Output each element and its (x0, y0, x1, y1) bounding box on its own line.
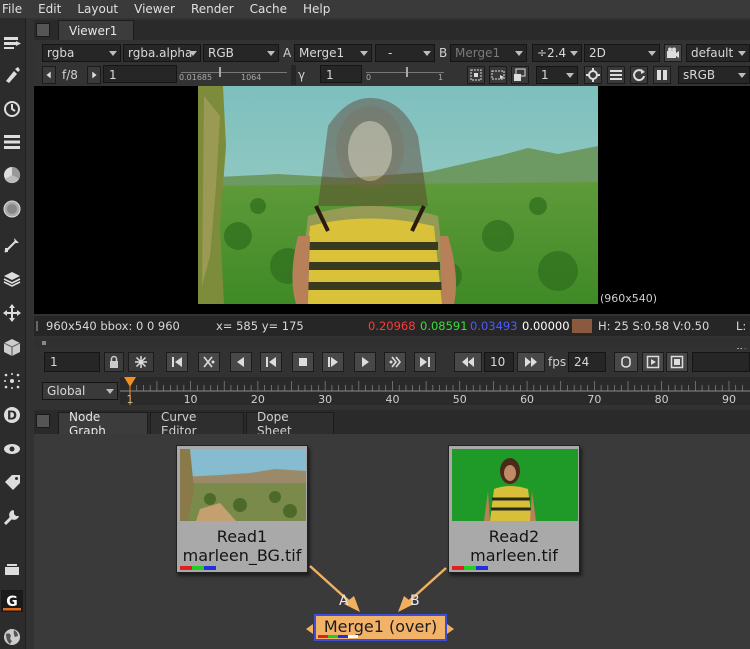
node-connections (306, 565, 454, 634)
merge1-label: Merge1 (over) (323, 617, 438, 636)
merge-input-b-label: B (410, 593, 420, 609)
merge-input-a-label: A (339, 593, 349, 609)
merge1-node[interactable]: Merge1 (over) (314, 614, 447, 641)
